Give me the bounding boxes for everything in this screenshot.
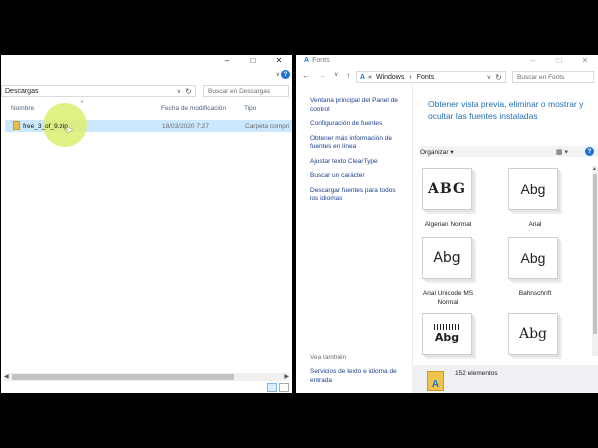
column-header-modified[interactable]: Fecha de modificación bbox=[161, 105, 226, 112]
address-bar[interactable]: Descargas ∨ ↻ bbox=[1, 85, 196, 97]
up-icon[interactable]: ↑ bbox=[346, 71, 350, 80]
sidebar-link-fonts-online[interactable]: Obtener más información de fuentes en lí… bbox=[310, 135, 402, 152]
command-bar: Organizar ▾ ▦ ▾ ? bbox=[420, 146, 598, 157]
sort-chevron-icon: ∧ bbox=[80, 99, 84, 105]
breadcrumb-overflow-icon[interactable]: « bbox=[368, 74, 372, 81]
view-options-icon[interactable]: ▦ ▾ bbox=[556, 148, 568, 156]
chevron-down-icon[interactable]: ∨ bbox=[487, 74, 491, 81]
sidebar-link-download-fonts[interactable]: Descargar fuentes para todos los idiomas bbox=[310, 187, 402, 204]
scroll-right-icon[interactable]: ▶ bbox=[284, 373, 289, 380]
chevron-down-icon[interactable]: ∨ bbox=[276, 71, 280, 78]
sidebar-link-find-character[interactable]: Buscar un carácter bbox=[310, 172, 402, 181]
pane-divider bbox=[412, 85, 413, 393]
see-also-link[interactable]: Servicios de texto e idioma de entrada bbox=[310, 368, 410, 385]
breadcrumb-separator-icon: › bbox=[409, 73, 412, 81]
organize-button[interactable]: Organizar ▾ bbox=[420, 148, 454, 156]
font-preview-text: Abg bbox=[434, 331, 460, 344]
see-also-heading: Vea también bbox=[310, 354, 347, 361]
chevron-down-icon[interactable]: ∨ bbox=[334, 71, 338, 80]
refresh-icon[interactable]: ↻ bbox=[495, 73, 502, 82]
maximize-icon[interactable]: □ bbox=[546, 55, 572, 65]
status-item-count: 152 elementos bbox=[455, 370, 498, 377]
scroll-up-icon[interactable]: ▲ bbox=[592, 166, 597, 172]
font-name: Bahnschrift bbox=[518, 290, 552, 297]
breadcrumb-fonts[interactable]: Fonts bbox=[417, 74, 435, 81]
barcode-icon bbox=[434, 324, 460, 330]
mouse-pointer-icon: ➤ bbox=[65, 125, 74, 136]
sidebar-link-cleartype[interactable]: Ajustar texto ClearType bbox=[310, 158, 402, 167]
help-icon[interactable]: ? bbox=[585, 147, 594, 156]
font-name: Algerian Normal bbox=[424, 221, 472, 228]
font-tile[interactable]: Abg bbox=[422, 237, 476, 281]
search-placeholder: Buscar en Descargas bbox=[208, 87, 271, 95]
column-header-name[interactable]: Nombre bbox=[11, 105, 34, 112]
font-tile[interactable]: Abg bbox=[422, 313, 476, 357]
scrollbar-thumb[interactable] bbox=[12, 374, 234, 380]
close-icon[interactable]: ✕ bbox=[572, 55, 598, 65]
fonts-folder-icon: A bbox=[360, 73, 366, 81]
address-bar[interactable]: A « Windows › Fonts ∨ ↻ bbox=[356, 71, 506, 83]
horizontal-scrollbar[interactable]: ◀ ▶ bbox=[4, 373, 289, 381]
column-header-type[interactable]: Tipo bbox=[244, 105, 256, 112]
navigation-buttons: ← → ∨ ↑ bbox=[302, 71, 350, 80]
file-modified: 18/03/2020 7:27 bbox=[162, 123, 209, 130]
explorer-window: – □ ✕ ∨ ? Descargas ∨ ↻ Buscar en Descar… bbox=[1, 55, 292, 393]
font-preview: Abg bbox=[508, 237, 558, 279]
search-placeholder: Buscar en Fonts bbox=[517, 73, 565, 81]
minimize-icon[interactable]: – bbox=[520, 55, 546, 65]
caption-buttons: – □ ✕ bbox=[520, 55, 598, 65]
font-preview: Abg bbox=[422, 237, 472, 279]
search-input[interactable]: Buscar en Fonts bbox=[512, 71, 594, 83]
fonts-folder-icon: A bbox=[304, 56, 310, 64]
large-icons-view-icon[interactable] bbox=[279, 383, 289, 392]
zip-folder-icon bbox=[13, 121, 20, 130]
file-type: Carpeta compri bbox=[245, 123, 290, 130]
file-name[interactable]: free_3_of_9.zip bbox=[23, 123, 68, 130]
font-preview: Abg bbox=[422, 313, 472, 355]
page-title: Obtener vista previa, eliminar o mostrar… bbox=[428, 99, 584, 121]
details-pane: A 152 elementos bbox=[412, 365, 598, 393]
back-icon[interactable]: ← bbox=[302, 71, 310, 80]
view-switcher bbox=[267, 383, 289, 392]
breadcrumb-windows[interactable]: Windows bbox=[376, 74, 404, 81]
caption-buttons: – □ ✕ bbox=[214, 55, 292, 65]
details-view-icon[interactable] bbox=[267, 383, 277, 392]
font-tile[interactable]: Abg bbox=[508, 168, 562, 212]
scroll-left-icon[interactable]: ◀ bbox=[4, 373, 9, 380]
address-text: Descargas bbox=[5, 87, 39, 95]
help-icon[interactable]: ? bbox=[281, 70, 290, 79]
close-icon[interactable]: ✕ bbox=[266, 55, 292, 65]
font-preview: Abg bbox=[508, 168, 558, 210]
chevron-down-icon[interactable]: ∨ bbox=[177, 88, 181, 95]
forward-icon[interactable]: → bbox=[318, 71, 326, 80]
minimize-icon[interactable]: – bbox=[214, 55, 240, 65]
font-name: Arial Unicode MS Normal bbox=[422, 290, 474, 306]
organize-label: Organizar bbox=[420, 148, 449, 156]
search-input[interactable]: Buscar en Descargas bbox=[203, 85, 289, 97]
fonts-window: A Fonts – □ ✕ ← → ∨ ↑ A « Windows › Font… bbox=[296, 55, 598, 393]
maximize-icon[interactable]: □ bbox=[240, 55, 266, 65]
task-sidebar: Ventana principal del Panel de control C… bbox=[310, 97, 402, 210]
fonts-folder-icon: A bbox=[427, 371, 444, 391]
font-preview: ABG bbox=[422, 168, 472, 210]
sidebar-link-font-settings[interactable]: Configuración de fuentes bbox=[310, 120, 402, 129]
font-name: Arial bbox=[528, 221, 542, 228]
vertical-scrollbar[interactable]: ▲ bbox=[592, 166, 598, 356]
sidebar-link-control-panel[interactable]: Ventana principal del Panel de control bbox=[310, 97, 402, 114]
font-tile[interactable]: Abg bbox=[508, 237, 562, 281]
font-tile[interactable]: Abg bbox=[508, 313, 562, 357]
title-bar: A Fonts bbox=[304, 55, 330, 65]
font-preview: Abg bbox=[508, 313, 558, 355]
font-tile[interactable]: ABG bbox=[422, 168, 476, 212]
scrollbar-thumb[interactable] bbox=[593, 174, 597, 334]
window-title: Fonts bbox=[312, 56, 330, 64]
refresh-icon[interactable]: ↻ bbox=[185, 87, 192, 96]
